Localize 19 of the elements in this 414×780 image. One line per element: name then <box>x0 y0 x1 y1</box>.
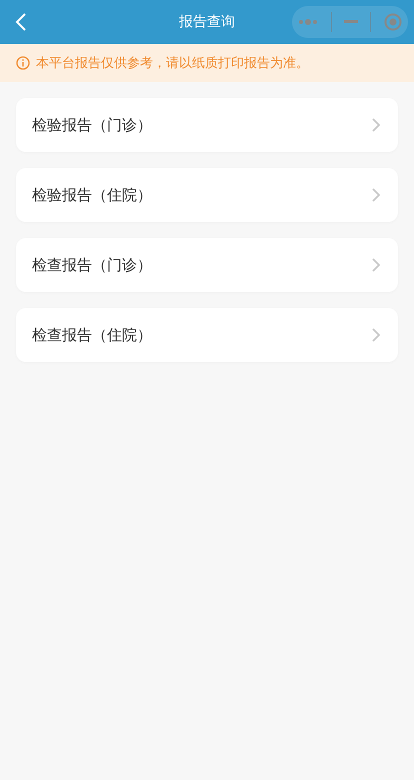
report-label: 检查报告（住院） <box>32 326 152 344</box>
info-icon <box>16 56 30 70</box>
chevron-icon <box>372 328 380 342</box>
chevron-icon <box>372 188 380 202</box>
report-label: 检验报告（住院） <box>32 186 152 204</box>
more-icon[interactable] <box>298 19 318 25</box>
page-title: 报告查询 <box>179 13 235 31</box>
report-item[interactable]: 检查报告（门诊） <box>16 238 398 292</box>
minimize-icon[interactable] <box>344 20 358 24</box>
report-label: 检验报告（门诊） <box>32 116 152 134</box>
report-item[interactable]: 检查报告（住院） <box>16 308 398 362</box>
chevron-icon <box>372 118 380 132</box>
chevron-icon <box>372 258 380 272</box>
report-item[interactable]: 检验报告（住院） <box>16 168 398 222</box>
notice-text: 本平台报告仅供参考，请以纸质打印报告为准。 <box>36 55 309 72</box>
target-icon[interactable] <box>384 13 402 31</box>
report-label: 检查报告（门诊） <box>32 256 152 274</box>
back-icon[interactable] <box>14 12 28 32</box>
report-item[interactable]: 检验报告（门诊） <box>16 98 398 152</box>
